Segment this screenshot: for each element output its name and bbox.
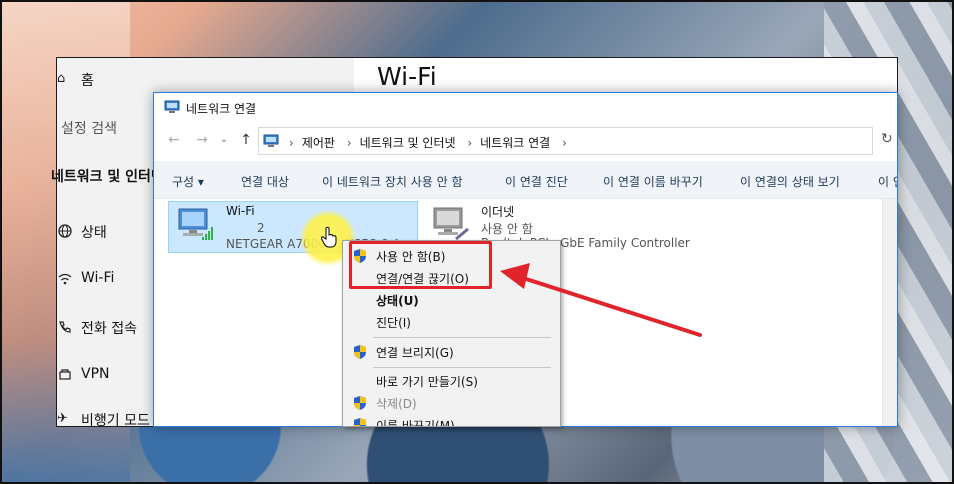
- breadcrumb-item[interactable]: 네트워크 연결: [480, 136, 550, 150]
- annotation-arrow: [500, 263, 702, 337]
- adapter-status: 2: [257, 221, 265, 235]
- view-status-button[interactable]: 이 연결의 상태 보기: [740, 173, 840, 190]
- hand-cursor-icon: [320, 226, 337, 248]
- overflow-command[interactable]: 이 연: [878, 173, 897, 190]
- back-arrow-icon[interactable]: ←: [166, 132, 182, 148]
- uac-shield-icon: [354, 345, 366, 359]
- adapter-name: Wi-Fi: [226, 204, 255, 218]
- adapter-name: 이더넷: [481, 205, 515, 219]
- annotation-highlight-box: [349, 241, 492, 289]
- up-arrow-icon[interactable]: ↑: [238, 132, 254, 148]
- breadcrumb-separator: ›: [562, 136, 567, 150]
- connect-to-button[interactable]: 연결 대상: [241, 173, 289, 190]
- home-icon: ⌂: [57, 71, 66, 86]
- uac-shield-icon: [354, 396, 366, 410]
- adapter-status: 사용 안 함: [481, 222, 533, 236]
- window-titlebar[interactable]: 네트워크 연결: [154, 93, 897, 123]
- refresh-icon[interactable]: ↻: [881, 131, 893, 147]
- rename-button[interactable]: 이 연결 이름 바꾸기: [603, 173, 703, 190]
- menu-item-create-shortcut[interactable]: 바로 가기 만들기(S): [343, 370, 560, 392]
- control-panel-icon: [263, 134, 279, 147]
- wifi-icon: [57, 271, 73, 287]
- breadcrumb-separator: ›: [289, 136, 294, 150]
- menu-separator: [373, 367, 551, 368]
- organize-button[interactable]: 구성 ▾: [172, 173, 204, 190]
- phone-icon: [57, 319, 73, 335]
- breadcrumb-item[interactable]: 네트워크 및 인터넷: [360, 136, 456, 150]
- menu-item-delete: 삭제(D): [343, 392, 560, 414]
- forward-arrow-icon[interactable]: →: [194, 132, 210, 148]
- settings-page-title: Wi-Fi: [377, 62, 437, 91]
- vertical-scrollbar[interactable]: [882, 199, 897, 426]
- ethernet-adapter-icon: [433, 207, 469, 241]
- address-bar: ← → ⌄ ↑ › 제어판 › 네트워크 및 인터넷 › 네트워크 연결 › ↻: [154, 123, 897, 159]
- recent-chevron-icon[interactable]: ⌄: [216, 134, 232, 145]
- globe-icon: [57, 223, 73, 239]
- vpn-icon: [57, 367, 73, 383]
- network-adapter-icon: [178, 208, 213, 240]
- diagnose-button[interactable]: 이 연결 진단: [505, 173, 568, 190]
- breadcrumb-item[interactable]: 제어판: [302, 136, 335, 150]
- network-connections-icon: [164, 100, 180, 113]
- command-bar: 구성 ▾ 연결 대상 이 네트워크 장치 사용 안 함 이 연결 진단 이 연결…: [154, 161, 897, 199]
- disable-device-button[interactable]: 이 네트워크 장치 사용 안 함: [322, 173, 463, 190]
- airplane-icon: ✈: [57, 411, 68, 426]
- uac-shield-icon: [354, 418, 366, 426]
- breadcrumb[interactable]: › 제어판 › 네트워크 및 인터넷 › 네트워크 연결 ›: [258, 127, 873, 155]
- breadcrumb-separator: ›: [467, 136, 473, 150]
- window-title: 네트워크 연결: [186, 102, 257, 116]
- menu-item-rename[interactable]: 이름 바꾸기(M): [343, 414, 560, 426]
- breadcrumb-separator: ›: [346, 136, 352, 150]
